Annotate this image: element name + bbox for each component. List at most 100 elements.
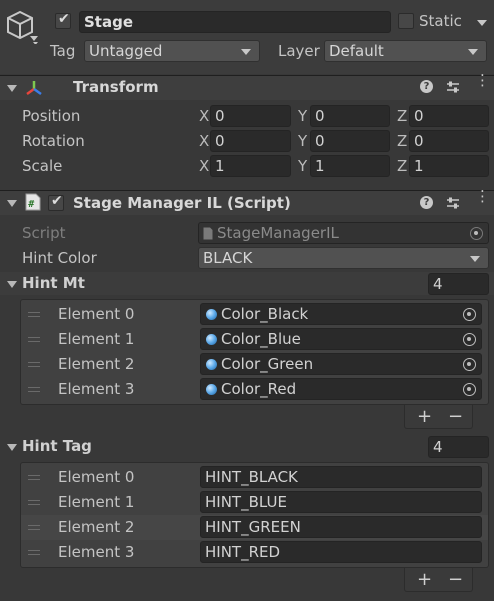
object-picker-icon[interactable] [463,308,476,321]
position-x-field[interactable]: 0 [210,105,291,127]
scale-x-label[interactable]: X [199,157,209,175]
hint-mt-remove-button[interactable]: − [448,406,463,427]
object-picker-icon[interactable] [463,383,476,396]
position-y-field[interactable]: 0 [310,105,390,127]
drag-handle-icon[interactable] [28,362,40,370]
foldout-arrow-icon[interactable] [7,281,17,288]
active-checkbox[interactable]: ✔ [55,11,71,29]
hint-mt-element-3-value: Color_Red [221,380,297,398]
hint-tag-element-1-label: Element 1 [58,493,135,511]
material-sphere-icon [206,309,217,320]
rotation-x-field[interactable]: 0 [210,130,291,152]
kebab-menu-icon[interactable]: ⋮ [475,73,490,88]
rotation-y-field[interactable]: 0 [310,130,390,152]
scale-z-field[interactable]: 1 [409,155,489,177]
hint-mt-element-1-value: Color_Blue [221,330,301,348]
static-dropdown-caret[interactable] [477,20,487,26]
position-label: Position [22,107,81,125]
static-checkbox[interactable] [398,13,414,29]
hint-tag-element-3-label: Element 3 [58,543,135,561]
foldout-arrow-icon[interactable] [7,85,17,92]
hint-mt-element-2-field[interactable]: Color_Green [200,353,482,375]
rotation-z-label[interactable]: Z [397,132,407,150]
hint-tag-remove-button[interactable]: − [448,569,463,590]
gameobject-icon-dropdown[interactable] [30,36,38,41]
hint-tag-size-field[interactable]: 4 [428,436,489,458]
hint-mt-element-0-value: Color_Black [221,305,309,323]
scale-z-value: 1 [414,157,424,175]
checkmark-icon: ✔ [51,193,63,209]
script-enabled-checkbox[interactable]: ✔ [48,193,64,211]
rotation-x-label[interactable]: X [199,132,209,150]
chevron-down-icon [468,49,478,55]
object-picker-icon[interactable] [463,333,476,346]
drag-handle-icon[interactable] [28,387,40,395]
drag-handle-icon[interactable] [28,550,40,558]
scale-label: Scale [22,157,63,175]
script-value: StageManagerIL [217,224,339,242]
position-y-value: 0 [315,107,325,125]
script-field: StageManagerIL [198,222,489,244]
layer-dropdown[interactable]: Default [324,40,487,62]
script-file-icon: # [25,193,41,211]
hint-mt-label[interactable]: Hint Mt [22,274,85,292]
transform-title: Transform [73,78,159,96]
object-picker-icon[interactable] [463,358,476,371]
hint-mt-element-0-field[interactable]: Color_Black [200,303,482,325]
script-label: Script [22,224,66,242]
object-picker-icon [470,227,483,240]
hint-tag-element-2-field[interactable]: HINT_GREEN [200,516,482,538]
hint-color-dropdown[interactable]: BLACK [198,247,489,269]
hint-tag-element-0-field[interactable]: HINT_BLACK [200,466,482,488]
position-z-label[interactable]: Z [397,107,407,125]
scale-z-label[interactable]: Z [397,157,407,175]
hint-mt-size-field[interactable]: 4 [428,273,489,295]
script-file-icon [203,227,213,240]
scale-y-value: 1 [315,157,325,175]
position-x-label[interactable]: X [199,107,209,125]
drag-handle-icon[interactable] [28,475,40,483]
tag-value: Untagged [89,42,163,60]
scale-x-field[interactable]: 1 [210,155,291,177]
hint-tag-label[interactable]: Hint Tag [22,437,92,455]
drag-handle-icon[interactable] [28,525,40,533]
hint-tag-add-button[interactable]: + [417,569,432,590]
presets-icon[interactable] [446,196,460,210]
scale-y-field[interactable]: 1 [310,155,390,177]
chevron-down-icon [470,256,480,262]
hint-mt-element-3-field[interactable]: Color_Red [200,378,482,400]
presets-icon[interactable] [446,80,460,94]
hint-tag-size-value: 4 [433,438,443,456]
gameobject-name-field[interactable]: Stage [79,11,391,33]
rotation-z-field[interactable]: 0 [409,130,489,152]
foldout-arrow-icon[interactable] [7,444,17,451]
help-icon[interactable]: ? [420,80,433,93]
hint-mt-size-value: 4 [433,275,443,293]
kebab-menu-icon[interactable]: ⋮ [475,189,490,204]
position-y-label[interactable]: Y [298,107,307,125]
scale-y-label[interactable]: Y [298,157,307,175]
hint-tag-element-0-value: HINT_BLACK [205,468,298,486]
hint-tag-element-1-field[interactable]: HINT_BLUE [200,491,482,513]
help-icon[interactable]: ? [420,196,433,209]
hint-tag-element-2-value: HINT_GREEN [205,518,301,536]
hint-mt-element-1-label: Element 1 [58,330,135,348]
position-z-field[interactable]: 0 [409,105,489,127]
drag-handle-icon[interactable] [28,500,40,508]
material-sphere-icon [206,359,217,370]
drag-handle-icon[interactable] [28,337,40,345]
foldout-arrow-icon[interactable] [7,200,17,207]
hint-color-label: Hint Color [22,249,97,267]
hint-tag-element-3-field[interactable]: HINT_RED [200,541,482,563]
position-z-value: 0 [414,107,424,125]
hint-color-value: BLACK [203,249,253,267]
material-sphere-icon [206,384,217,395]
hint-tag-element-1-value: HINT_BLUE [205,493,287,511]
hint-mt-element-2-label: Element 2 [58,355,135,373]
layer-value: Default [329,42,384,60]
rotation-y-label[interactable]: Y [298,132,307,150]
tag-dropdown[interactable]: Untagged [84,40,260,62]
drag-handle-icon[interactable] [28,312,40,320]
hint-mt-element-1-field[interactable]: Color_Blue [200,328,482,350]
hint-mt-add-button[interactable]: + [417,406,432,427]
